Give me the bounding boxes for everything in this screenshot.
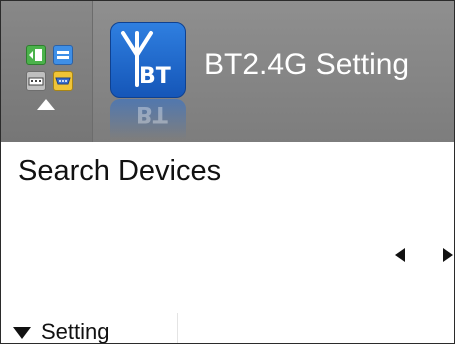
divider [177,313,178,343]
up-arrow-icon [37,99,55,110]
menu-toggle-button[interactable] [1,1,93,142]
triangle-down-icon [13,327,31,339]
output-icon [26,45,46,65]
app-icon-reflection-label: BT [136,101,168,126]
app-icon-reflection: BT [110,99,186,139]
section-title: Search Devices [18,155,222,187]
app-icon-label: BT [139,64,171,89]
right-arrow-icon[interactable] [443,248,453,262]
device-screen: BT BT BT2.4G Setting Search Devices Sett… [0,0,455,344]
vga-port-icon [53,71,73,91]
page-title: BT2.4G Setting [204,48,410,81]
setting-label: Setting [41,319,110,344]
bluetooth-antenna-icon: BT [110,22,186,98]
keyboard-icon [26,71,46,91]
left-arrow-icon[interactable] [395,248,405,262]
display-icon [53,45,73,65]
header-bar: BT BT BT2.4G Setting [1,1,454,142]
